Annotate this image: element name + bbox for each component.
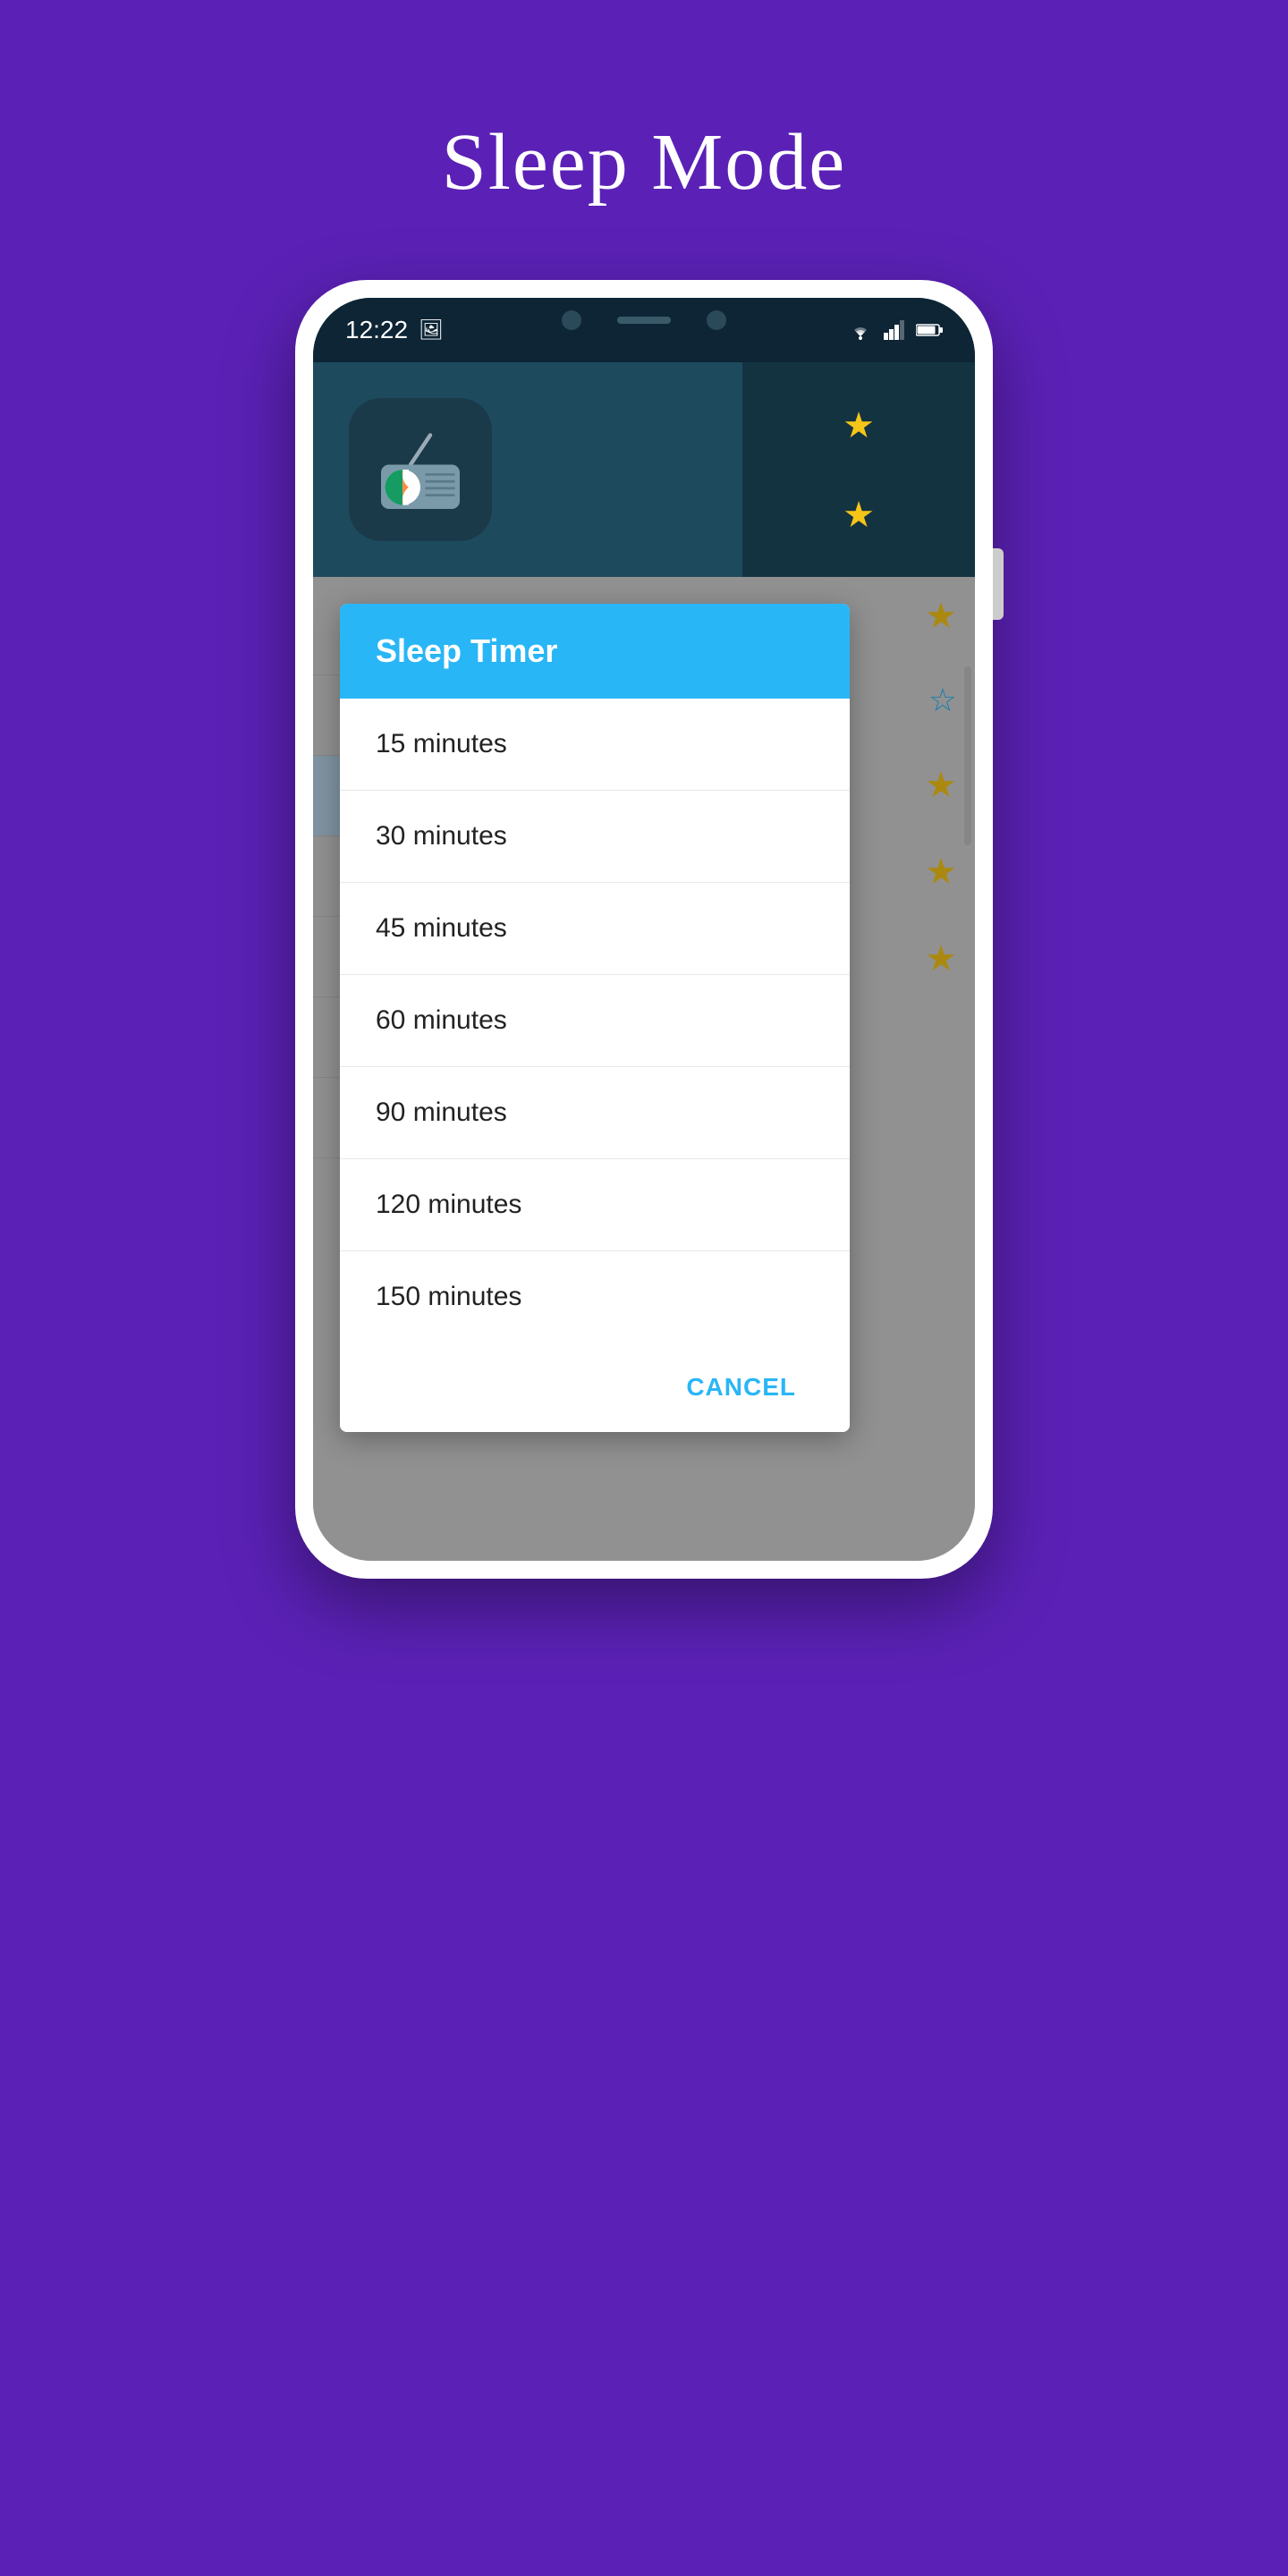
dialog-overlay: Sleep Timer 15 minutes 30 minutes 45 min…: [313, 577, 975, 1561]
option-120min[interactable]: 120 minutes: [340, 1159, 850, 1251]
cancel-button[interactable]: CANCEL: [668, 1364, 814, 1411]
status-icons-right: [848, 320, 943, 340]
front-sensor: [707, 310, 726, 330]
option-150min[interactable]: 150 minutes: [340, 1251, 850, 1343]
side-button: [993, 548, 1004, 620]
dialog-title: Sleep Timer: [376, 632, 557, 669]
right-panel: ★ ★: [742, 362, 975, 577]
sleep-timer-dialog: Sleep Timer 15 minutes 30 minutes 45 min…: [340, 604, 850, 1432]
option-15min[interactable]: 15 minutes: [340, 699, 850, 791]
radio-icon: [371, 420, 470, 519]
option-30min[interactable]: 30 minutes: [340, 791, 850, 883]
battery-icon: [916, 323, 943, 337]
wifi-icon: [848, 320, 873, 340]
dialog-body: 15 minutes 30 minutes 45 minutes 60 minu…: [340, 699, 850, 1343]
dialog-footer: CANCEL: [340, 1343, 850, 1432]
app-icon: [349, 398, 492, 541]
speaker: [617, 317, 671, 324]
phone-frame: 12:22 🖼: [295, 280, 993, 1579]
front-camera: [562, 310, 581, 330]
option-60min[interactable]: 60 minutes: [340, 975, 850, 1067]
dialog-header: Sleep Timer: [340, 604, 850, 699]
option-45min[interactable]: 45 minutes: [340, 883, 850, 975]
main-content: 📻 ★ ★ ✏️: [313, 577, 975, 1561]
page-title: Sleep Mode: [442, 116, 846, 208]
option-90min[interactable]: 90 minutes: [340, 1067, 850, 1159]
star-2: ★: [843, 494, 875, 536]
notch: [555, 298, 733, 343]
star-1: ★: [843, 404, 875, 446]
status-bar: 12:22 🖼: [313, 298, 975, 362]
app-header-area: ★ ★: [313, 362, 975, 577]
signal-icon: [884, 320, 905, 340]
screenshot-icon: 🖼: [419, 318, 444, 342]
phone-screen: 12:22 🖼: [313, 298, 975, 1561]
status-time: 12:22: [345, 316, 408, 344]
